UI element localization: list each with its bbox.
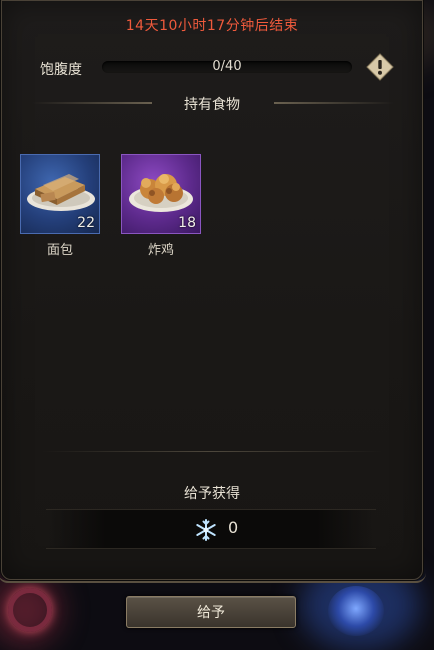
- info-diamond-icon: [366, 53, 394, 81]
- inventory-title: 持有食物: [184, 97, 240, 113]
- snowflake-icon: [196, 519, 216, 541]
- satiety-label: 饱腹度: [40, 62, 82, 78]
- inventory-header: 持有食物: [2, 94, 422, 114]
- food-tile[interactable]: 22: [20, 154, 100, 234]
- reward-divider: [42, 451, 382, 452]
- give-button[interactable]: 给予: [126, 596, 296, 628]
- reward-value: 0: [228, 518, 239, 537]
- food-count: 18: [178, 215, 196, 231]
- food-item-fried-chicken[interactable]: 18 炸鸡: [121, 154, 201, 258]
- food-count: 22: [77, 215, 95, 231]
- food-name: 炸鸡: [147, 243, 174, 258]
- info-button[interactable]: [366, 53, 394, 81]
- background-ring-icon: [8, 588, 52, 632]
- reward-title: 给予获得: [184, 486, 240, 502]
- satiety-progress-bar: 0/40: [102, 59, 352, 74]
- satiety-value: 0/40: [212, 59, 242, 74]
- feed-panel: 14天10小时17分钟后结束 饱腹度 0/40 持有食物 22 面包 18 炸鸡…: [0, 0, 426, 583]
- header-divider-right: [274, 102, 394, 104]
- food-tile[interactable]: 18: [121, 154, 201, 234]
- event-timer: 14天10小时17分钟后结束: [125, 18, 299, 34]
- reward-box: 0: [46, 509, 376, 549]
- food-item-bread[interactable]: 22 面包: [20, 154, 100, 258]
- food-name: 面包: [46, 243, 73, 258]
